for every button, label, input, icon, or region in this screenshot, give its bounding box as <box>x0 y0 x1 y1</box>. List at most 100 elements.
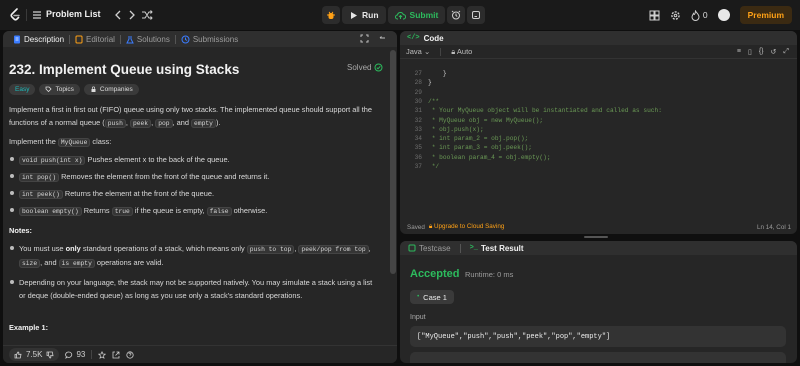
star-icon[interactable] <box>98 350 107 359</box>
note-icon <box>472 11 481 19</box>
topics-chip[interactable]: Topics <box>39 84 80 95</box>
code-line[interactable]: 32 * MyQueue obj = new MyQueue(); <box>400 116 544 125</box>
scrollbar[interactable] <box>390 50 396 274</box>
code-line[interactable]: 30 /** <box>400 97 440 106</box>
inline-code: boolean empty() <box>19 207 82 216</box>
bullet <box>10 246 14 250</box>
tab-solutions[interactable]: Solutions <box>121 31 175 47</box>
timer-button[interactable] <box>447 6 466 24</box>
help-icon[interactable] <box>126 350 134 359</box>
top-bar: Problem List Run Submit 0 Premium <box>0 0 800 30</box>
tab-testcase[interactable]: Testcase <box>405 241 454 255</box>
list-icon[interactable] <box>32 10 42 20</box>
result-status: Accepted <box>410 268 460 280</box>
code-line[interactable]: 29 <box>400 88 428 97</box>
fire-icon <box>691 9 700 21</box>
difficulty-chip[interactable]: Easy <box>9 84 36 95</box>
layout-grid-icon[interactable] <box>649 10 660 21</box>
code-line[interactable]: 36 * boolean param_4 = obj.empty(); <box>400 153 551 162</box>
reset-icon[interactable]: ↺ <box>771 48 777 56</box>
code-line[interactable]: 27 } <box>400 69 447 78</box>
comment-count: 93 <box>76 350 86 359</box>
shuffle-icon[interactable] <box>141 9 153 21</box>
code-title: Code <box>423 33 444 43</box>
line-number: 37 <box>414 163 422 170</box>
line-text: * int param_2 = obj.pop(); <box>428 135 529 143</box>
code-line[interactable]: 35 * int param_3 = obj.peek(); <box>400 143 532 152</box>
inline-code: peek/pop from top <box>298 245 369 254</box>
case-tab[interactable]: • Case 1 <box>410 290 454 304</box>
divider <box>459 243 461 253</box>
inline-code: size <box>19 259 41 268</box>
expand-icon[interactable] <box>360 34 369 43</box>
chevron-left-icon[interactable] <box>112 9 124 21</box>
lock-icon <box>91 86 96 92</box>
companies-chip[interactable]: Companies <box>83 84 139 95</box>
bookmark-icon[interactable]: ▯ <box>748 48 752 56</box>
inline-code: peek <box>129 119 152 128</box>
method-item: int peek() Returns the element at the fr… <box>19 187 389 201</box>
terminal-icon: >_ <box>469 244 478 252</box>
code-line[interactable]: 28} <box>400 78 432 87</box>
tab-test-result[interactable]: >_ Test Result <box>467 241 527 255</box>
tag-chips: Easy Topics Companies <box>9 84 139 95</box>
upgrade-link[interactable]: 🔒︎ Upgrade to Cloud Saving <box>429 223 504 231</box>
thumbs-down-icon[interactable] <box>46 351 54 359</box>
inline-code: pop <box>155 119 173 128</box>
tab-description[interactable]: Description <box>8 31 69 47</box>
premium-button[interactable]: Premium <box>739 6 792 24</box>
line-number: 34 <box>414 135 422 143</box>
run-button[interactable]: Run <box>342 6 386 24</box>
line-text: * boolean param_4 = obj.empty(); <box>428 153 551 161</box>
line-text: * obj.push(x); <box>428 125 484 133</box>
language-select[interactable]: Java ⌄ <box>406 47 430 56</box>
divider <box>91 350 93 359</box>
tab-editorial[interactable]: Editorial <box>70 31 120 47</box>
debug-button[interactable] <box>322 6 340 24</box>
line-number: 35 <box>414 144 422 152</box>
problem-title: 232. Implement Queue using Stacks <box>9 62 240 77</box>
minimize-icon[interactable] <box>378 34 387 43</box>
avatar[interactable] <box>717 9 730 21</box>
leetcode-logo-icon[interactable] <box>9 8 21 22</box>
implement-text: Implement the MyQueue class: <box>9 137 112 147</box>
problem-list-link[interactable]: Problem List <box>46 9 101 19</box>
book-icon <box>75 35 83 43</box>
fullscreen-icon[interactable]: ⤢ <box>783 48 789 56</box>
example-heading: Example 1: <box>9 323 49 332</box>
code-line[interactable]: 31 * Your MyQueue object will be instant… <box>400 106 662 115</box>
line-text: * int param_3 = obj.peek(); <box>428 144 532 152</box>
description-tabs: Description Editorial Solutions Submissi… <box>3 31 397 47</box>
description-footer: 7.5K 93 <box>3 345 397 363</box>
checkbox-icon <box>408 244 416 252</box>
comments-button[interactable]: 93 <box>65 350 85 359</box>
line-text: } <box>428 79 432 87</box>
like-button[interactable]: 7.5K <box>9 348 60 361</box>
like-count: 7.5K <box>26 350 43 359</box>
chevron-right-icon[interactable] <box>126 9 138 21</box>
share-icon[interactable] <box>112 351 120 359</box>
bullet <box>10 191 14 195</box>
code-line[interactable]: 33 * obj.push(x); <box>400 125 484 134</box>
inline-code: MyQueue <box>57 138 91 147</box>
submit-button[interactable]: Submit <box>387 6 446 24</box>
braces-icon[interactable]: {} <box>759 48 764 56</box>
input-value[interactable]: ["MyQueue","push","push","peek","pop","e… <box>410 326 786 347</box>
inline-code: empty <box>191 119 216 128</box>
tab-submissions[interactable]: Submissions <box>176 31 243 47</box>
gear-icon[interactable] <box>670 10 681 21</box>
code-line[interactable]: 37 */ <box>400 162 440 171</box>
input-value-second[interactable] <box>410 352 786 363</box>
tag-icon <box>46 86 53 93</box>
code-panel: </> Code Java ⌄ 🔒︎ Auto ≡ ▯ {} ↺ ⤢ 27 } 2… <box>400 31 797 234</box>
streak-counter[interactable]: 0 <box>691 9 708 21</box>
run-label: Run <box>362 10 379 20</box>
format-icon[interactable]: ≡ <box>737 48 741 56</box>
notes-button[interactable] <box>467 6 486 24</box>
editor-actions: ≡ ▯ {} ↺ ⤢ <box>737 48 789 56</box>
autocomplete-toggle[interactable]: 🔒︎ Auto <box>451 47 472 57</box>
panel-resize-handle[interactable] <box>584 236 608 238</box>
inline-code: void push(int x) <box>19 156 86 165</box>
comment-icon <box>65 351 73 359</box>
code-line[interactable]: 34 * int param_2 = obj.pop(); <box>400 134 529 143</box>
